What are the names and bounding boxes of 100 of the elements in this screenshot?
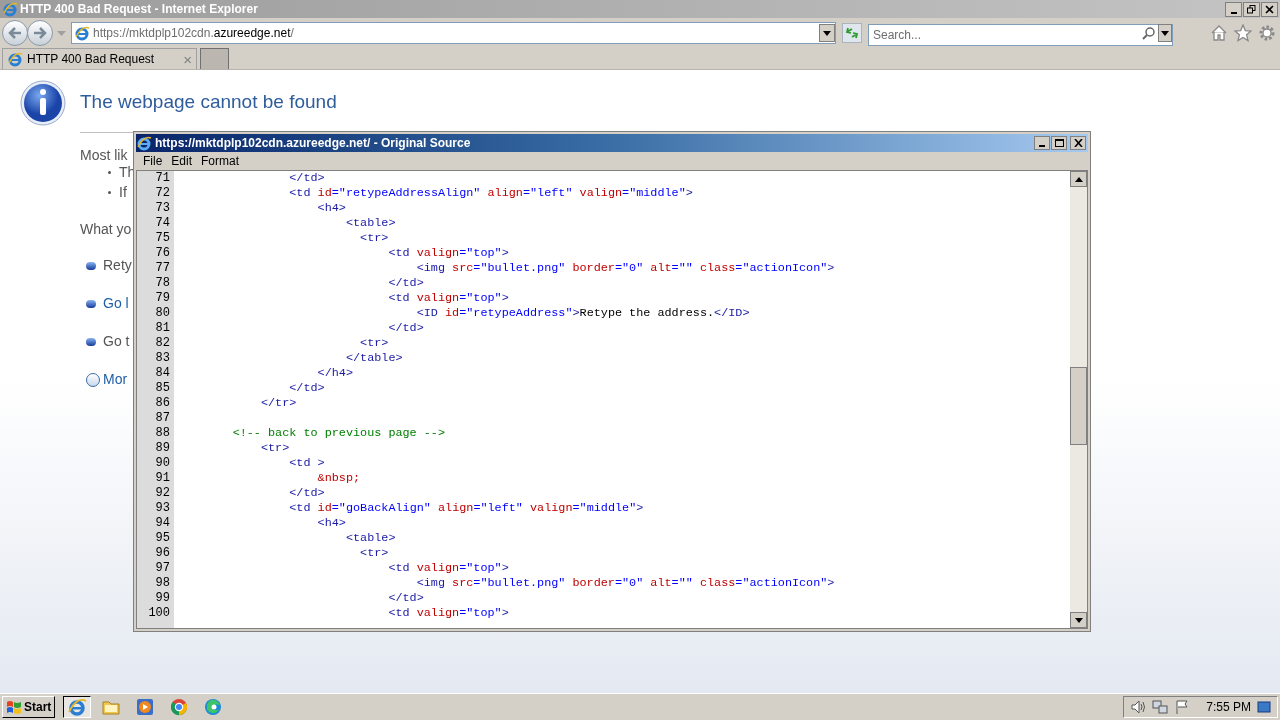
code-line: <td id="retypeAddressAlign" align="left" valign="middle"> — [288, 186, 693, 201]
restore-button[interactable] — [1243, 1, 1260, 17]
line-number: 90 — [154, 456, 170, 471]
info-icon — [20, 80, 66, 126]
close-button[interactable] — [1070, 136, 1086, 150]
bullet-icon — [108, 171, 111, 174]
code-line: </td> — [288, 381, 325, 396]
down-arrow-icon — [1074, 617, 1083, 623]
page-text: If — [119, 183, 127, 202]
media-player-icon — [135, 697, 156, 717]
search-dropdown-button[interactable] — [1158, 24, 1172, 42]
start-button[interactable]: Start — [2, 696, 56, 718]
scroll-up-button[interactable] — [1070, 171, 1087, 187]
refresh-button[interactable] — [842, 23, 862, 43]
tab-label: HTTP 400 Bad Request — [27, 51, 156, 68]
line-number: 83 — [154, 351, 170, 366]
menu-item[interactable]: File — [139, 152, 167, 170]
settings-icon[interactable] — [1258, 24, 1276, 42]
back-button[interactable] — [2, 20, 28, 46]
menu-item[interactable]: Format — [197, 152, 244, 170]
menu-item[interactable]: Edit — [167, 152, 197, 170]
line-number: 97 — [154, 561, 170, 576]
show-desktop-icon[interactable] — [1257, 700, 1271, 714]
line-number: 89 — [154, 441, 170, 456]
code-line: <img src="bullet.png" border="0" alt="" class="actionIcon"> — [415, 261, 835, 276]
page-heading: The webpage cannot be found — [80, 90, 338, 114]
expand-icon[interactable] — [86, 372, 100, 387]
bullet-icon — [108, 191, 111, 194]
code-line: <td id="goBackAlign" align="left" valign="middle"> — [288, 501, 644, 516]
code-line: </h4> — [316, 366, 353, 381]
search-field[interactable]: Search... — [868, 24, 1173, 46]
scroll-thumb[interactable] — [1070, 367, 1087, 445]
line-number: 73 — [154, 201, 170, 216]
back-arrow-icon — [8, 27, 22, 39]
address-field[interactable]: https://mktdplp102cdn.azureedge.net/ — [71, 22, 836, 44]
line-number: 82 — [154, 336, 170, 351]
code-line: &nbsp; — [316, 471, 361, 486]
page-text: Most lik — [80, 145, 128, 163]
bullet-icon — [86, 261, 96, 270]
caret-icon — [1161, 30, 1169, 36]
line-number: 84 — [154, 366, 170, 381]
code-line: <!-- back to previous page --> — [231, 426, 445, 441]
speaker-icon[interactable] — [1130, 699, 1147, 715]
line-number: 71 — [154, 171, 170, 186]
page-text: Rety — [103, 256, 132, 275]
code-line: <tr> — [359, 231, 389, 246]
code-line: </td> — [387, 591, 424, 606]
address-dropdown-button[interactable] — [819, 24, 835, 42]
windows-logo-icon — [6, 700, 22, 714]
ie-logo-icon — [136, 135, 152, 151]
minimize-button[interactable] — [1225, 1, 1242, 17]
forward-button[interactable] — [27, 20, 53, 46]
code-line: <table> — [344, 531, 396, 546]
code-line: <td > — [288, 456, 325, 471]
code-line: <h4> — [316, 516, 346, 531]
close-button[interactable] — [1261, 1, 1278, 17]
home-icon[interactable] — [1210, 24, 1228, 42]
network-icon[interactable] — [1152, 699, 1169, 715]
search-icon[interactable] — [1142, 26, 1156, 40]
minimize-button[interactable] — [1034, 136, 1050, 150]
line-number: 92 — [154, 486, 170, 501]
taskbar-app-button[interactable] — [63, 696, 92, 718]
line-number: 96 — [154, 546, 170, 561]
bullet-icon — [86, 337, 96, 346]
ie-page-icon — [74, 25, 90, 41]
window-title: HTTP 400 Bad Request - Internet Explorer — [20, 1, 258, 18]
code-line: </tr> — [259, 396, 297, 411]
code-line: <tr> — [359, 336, 389, 351]
flag-icon[interactable] — [1174, 699, 1191, 715]
browser-tab[interactable]: HTTP 400 Bad Request × — [2, 48, 197, 69]
browser-e-icon — [67, 697, 88, 717]
code-line: <td valign="top"> — [387, 561, 509, 576]
code-line: </td> — [387, 321, 424, 336]
code-line: <td valign="top"> — [387, 246, 509, 261]
line-number: 91 — [154, 471, 170, 486]
line-number: 77 — [154, 261, 170, 276]
window-title: https://mktdplp102cdn.azureedge.net/ - Original Source — [155, 135, 471, 152]
line-number: 79 — [154, 291, 170, 306]
new-tab-button[interactable] — [200, 48, 229, 69]
line-number: 86 — [154, 396, 170, 411]
maximize-button[interactable] — [1051, 136, 1067, 150]
line-number: 74 — [154, 216, 170, 231]
line-number: 81 — [154, 321, 170, 336]
close-icon — [1073, 139, 1083, 147]
scroll-down-button[interactable] — [1070, 612, 1087, 628]
code-line: <table> — [344, 216, 396, 231]
code-line: <td valign="top"> — [387, 291, 509, 306]
line-number: 78 — [154, 276, 170, 291]
vertical-scrollbar[interactable] — [1070, 171, 1087, 628]
forward-arrow-icon — [33, 27, 47, 39]
code-line: </td> — [288, 171, 325, 186]
line-number: 98 — [154, 576, 170, 591]
code-line: <img src="bullet.png" border="0" alt="" class="actionIcon"> — [415, 576, 835, 591]
edge-browser-icon — [203, 697, 224, 717]
bullet-icon — [86, 299, 96, 308]
url-text: https://mktdplp102cdn.azureedge.net/ — [93, 25, 294, 42]
favorites-star-icon[interactable] — [1234, 24, 1252, 42]
page-text: Go t — [103, 332, 130, 351]
page-link[interactable]: Mor — [103, 369, 128, 390]
page-link[interactable]: Go l — [103, 293, 129, 314]
